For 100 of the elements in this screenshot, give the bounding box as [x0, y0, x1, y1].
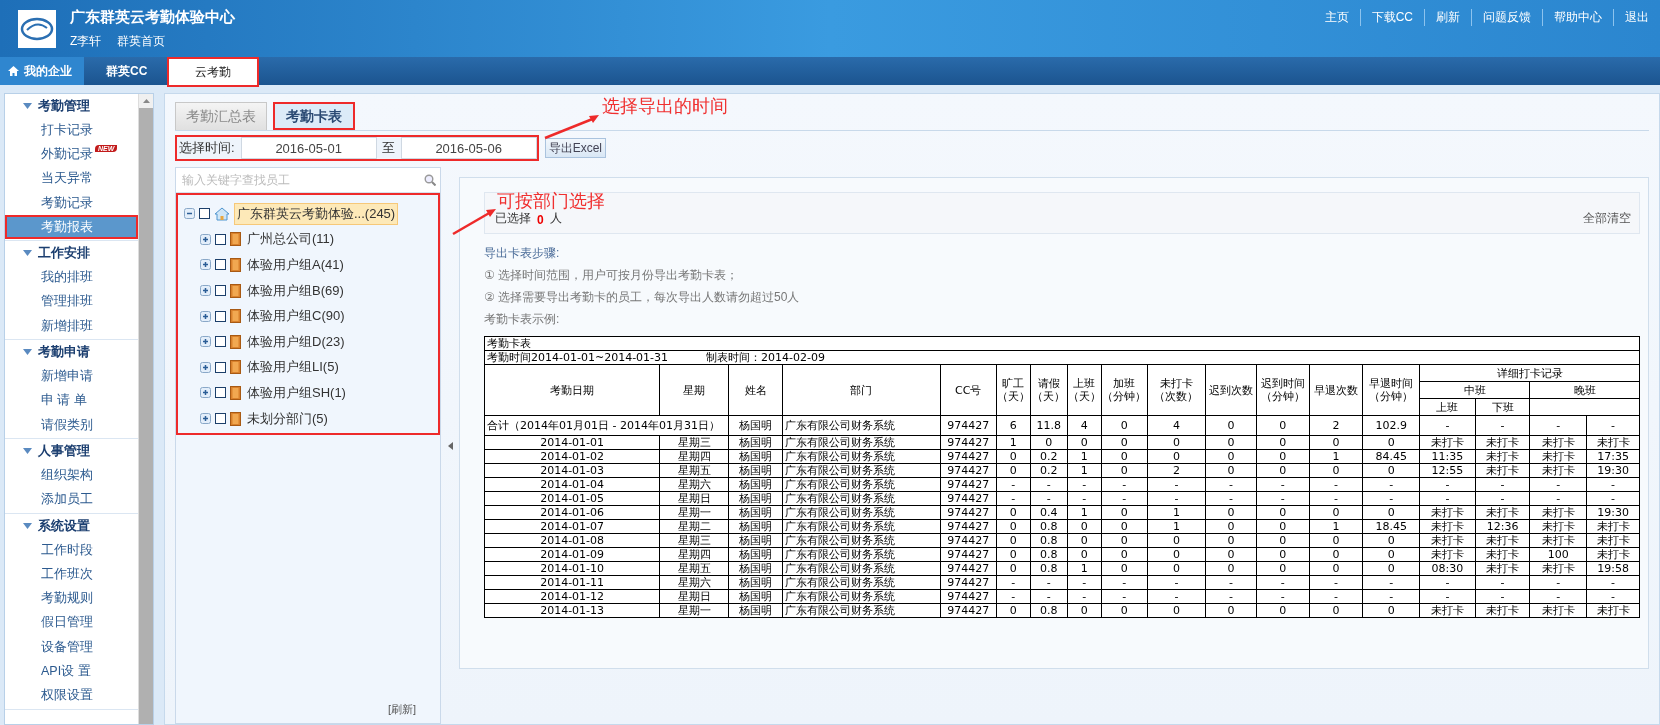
- caret-down-icon[interactable]: [23, 522, 32, 529]
- table-cell: 0: [1256, 449, 1310, 464]
- table-cell: 0: [1362, 533, 1420, 548]
- expand-icon[interactable]: [200, 233, 211, 245]
- checkbox[interactable]: [215, 285, 226, 297]
- expand-icon[interactable]: [200, 285, 211, 297]
- caret-down-icon[interactable]: [23, 349, 32, 356]
- expand-icon[interactable]: [200, 310, 211, 322]
- table-cell: -: [1419, 477, 1476, 492]
- header-link[interactable]: 刷新: [1424, 9, 1471, 26]
- sidebar-item[interactable]: 申 请 单: [5, 388, 138, 413]
- tree-node-label[interactable]: 体验用户组C(90): [245, 306, 347, 327]
- caret-down-icon[interactable]: [23, 250, 32, 257]
- sidebar-item[interactable]: 打卡记录: [5, 118, 138, 143]
- caret-down-icon[interactable]: [23, 103, 32, 109]
- table-cell: 2014-01-11: [484, 575, 660, 590]
- sidebar-item[interactable]: 权限设置: [5, 683, 138, 708]
- table-cell: 杨国明: [728, 463, 783, 478]
- export-excel-button[interactable]: 导出Excel: [544, 138, 606, 158]
- table-cell: 0: [1362, 463, 1420, 478]
- caret-down-icon[interactable]: [23, 448, 32, 455]
- door-icon: [230, 411, 241, 426]
- sidebar-item[interactable]: 当天异常: [5, 166, 138, 191]
- search-field[interactable]: 输入关键字查找员工: [180, 172, 424, 188]
- sidebar-item[interactable]: 工作班次: [5, 562, 138, 587]
- sidebar-item[interactable]: 请假类别: [5, 412, 138, 438]
- home-link[interactable]: 群英首页: [117, 32, 166, 50]
- sidebar-item[interactable]: 新增申请: [5, 364, 138, 389]
- column-header: 下班: [1475, 398, 1530, 416]
- sidebar-item[interactable]: API设 置: [5, 659, 138, 684]
- checkbox[interactable]: [215, 310, 226, 322]
- end-date-field[interactable]: 2016-05-06: [400, 137, 537, 159]
- checkbox[interactable]: [215, 387, 226, 399]
- header-link[interactable]: 退出: [1613, 9, 1660, 26]
- table-cell: 2014-01-07: [484, 519, 660, 534]
- sidebar-item[interactable]: 设备管理: [5, 635, 138, 660]
- table-cell: -: [1147, 491, 1206, 506]
- tree-node-label[interactable]: 体验用户组D(23): [245, 331, 347, 352]
- sidebar-group-title[interactable]: 考勤管理: [38, 97, 90, 115]
- table-cell: 未打卡: [1586, 547, 1640, 562]
- sidebar-item[interactable]: 工作时段: [5, 537, 138, 563]
- checkbox[interactable]: [215, 259, 226, 271]
- header-link[interactable]: 下载CC: [1359, 9, 1424, 26]
- tree-node-label[interactable]: 体验用户组SH(1): [245, 382, 348, 403]
- table-cell: 杨国明: [728, 575, 783, 590]
- nav-tab[interactable]: 群英CC: [84, 57, 170, 85]
- checkbox[interactable]: [215, 336, 226, 348]
- sidebar-item[interactable]: 管理排班: [5, 289, 138, 315]
- table-cell: 18.45: [1362, 519, 1420, 534]
- sidebar-item[interactable]: 假日管理: [5, 610, 138, 636]
- header-link[interactable]: 问题反馈: [1471, 9, 1542, 26]
- clear-all-link[interactable]: 全部清空: [1583, 210, 1631, 227]
- start-date-field[interactable]: 2016-05-01: [240, 137, 377, 159]
- collapse-arrow-icon[interactable]: [447, 442, 453, 450]
- selected-count: 0: [537, 213, 544, 227]
- search-icon[interactable]: [424, 174, 436, 186]
- sidebar-item[interactable]: 考勤记录: [5, 190, 138, 216]
- tree-node-label[interactable]: 体验用户组B(69): [245, 280, 346, 301]
- table-cell: 0: [1309, 505, 1363, 520]
- expand-icon[interactable]: [200, 259, 211, 271]
- sidebar-item[interactable]: 添加员工: [5, 487, 138, 512]
- selected-label: 已选择: [495, 210, 531, 227]
- tree-node-label[interactable]: 未划分部门(5): [245, 408, 330, 429]
- expand-icon[interactable]: [200, 361, 211, 373]
- tree-node-label[interactable]: 体验用户组LI(5): [245, 357, 341, 378]
- checkbox[interactable]: [215, 413, 226, 425]
- nav-tab[interactable]: 云考勤: [169, 59, 258, 85]
- table-cell: 未打卡: [1586, 435, 1640, 450]
- table-cell: 杨国明: [728, 491, 783, 506]
- tree-node-label[interactable]: 广州总公司(11): [245, 229, 337, 250]
- header-link[interactable]: 帮助中心: [1542, 9, 1613, 26]
- sidebar-item[interactable]: 我的排班: [5, 265, 138, 290]
- expand-icon[interactable]: [200, 387, 211, 399]
- sidebar-item[interactable]: 新增排班: [5, 314, 138, 339]
- sidebar-group-title[interactable]: 人事管理: [38, 442, 90, 461]
- sidebar-item[interactable]: 考勤规则: [5, 586, 138, 611]
- report-tab[interactable]: 考勤卡表: [273, 102, 355, 130]
- scroll-up-icon[interactable]: [142, 99, 150, 103]
- expand-icon[interactable]: [200, 413, 211, 425]
- column-header: 未打卡: [1158, 377, 1194, 390]
- sidebar-group-title[interactable]: 系统设置: [38, 516, 90, 535]
- expand-icon[interactable]: [200, 336, 211, 348]
- search-box[interactable]: 输入关键字查找员工: [176, 168, 440, 193]
- table-cell: 杨国明: [728, 449, 783, 464]
- header-link[interactable]: 主页: [1313, 9, 1360, 26]
- checkbox[interactable]: [215, 233, 226, 245]
- sidebar-group-title[interactable]: 考勤申请: [38, 343, 90, 362]
- sidebar-item[interactable]: 组织架构: [5, 463, 138, 488]
- tree-node-label[interactable]: 体验用户组A(41): [245, 255, 346, 275]
- refresh-link[interactable]: [刷新]: [387, 702, 416, 717]
- nav-tab[interactable]: 我的企业: [0, 57, 84, 85]
- sidebar-group-title[interactable]: 工作安排: [38, 244, 90, 263]
- scrollbar[interactable]: [138, 94, 153, 724]
- table-cell: -: [1362, 491, 1420, 506]
- tree-node-label[interactable]: 广东群英云考勤体验...(245): [234, 202, 399, 225]
- collapse-icon[interactable]: [184, 208, 195, 220]
- checkbox[interactable]: [199, 208, 210, 220]
- table-cell: 0.8: [1030, 561, 1067, 576]
- date-label: 选择时间:: [177, 137, 241, 159]
- checkbox[interactable]: [215, 361, 226, 373]
